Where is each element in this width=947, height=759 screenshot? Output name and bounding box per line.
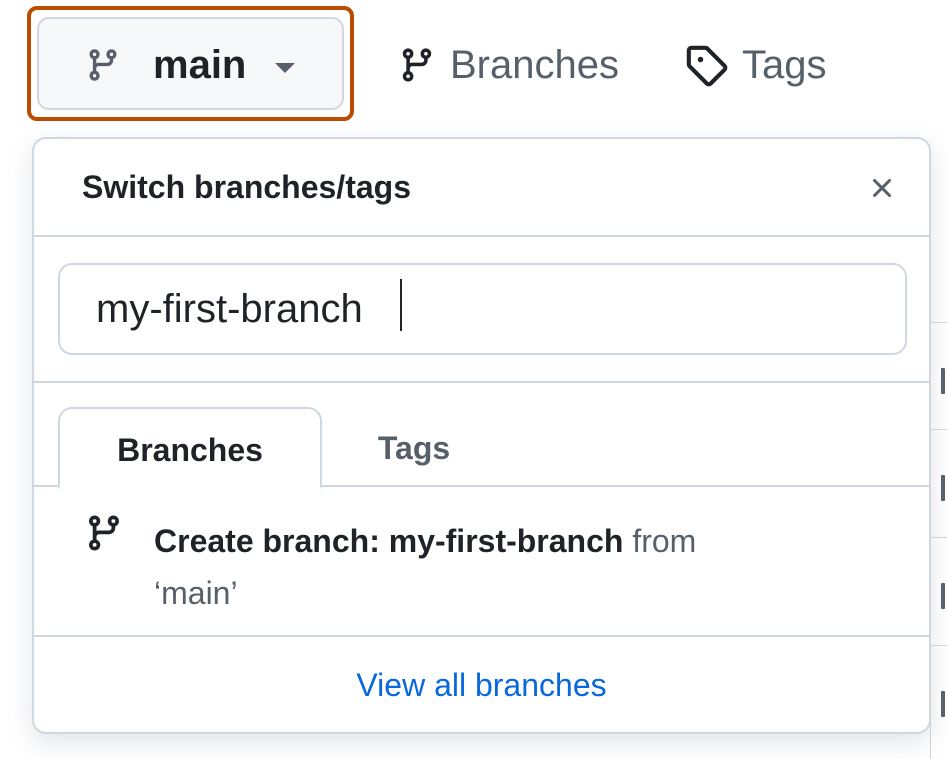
file-row xyxy=(931,537,947,538)
branch-switcher-popover: Switch branches/tags Branches Tags Creat… xyxy=(32,137,931,734)
branch-selector-button[interactable]: main xyxy=(37,17,344,110)
git-branch-icon xyxy=(88,515,119,551)
tags-link-label: Tags xyxy=(742,42,827,87)
popover-tabs: Branches Tags xyxy=(34,383,929,489)
git-branch-icon xyxy=(402,48,432,82)
popover-title: Switch branches/tags xyxy=(82,169,411,205)
caret-down-icon xyxy=(275,63,295,73)
branch-filter-input[interactable] xyxy=(58,263,907,355)
branches-link-label: Branches xyxy=(450,42,619,87)
create-branch-prefix: Create branch: xyxy=(154,523,389,559)
create-branch-item[interactable]: Create branch: my-first-branch from ‘main… xyxy=(34,487,929,637)
file-row-marker xyxy=(941,583,945,609)
file-row-marker xyxy=(941,475,945,501)
tags-link[interactable]: Tags xyxy=(684,40,827,90)
branches-link[interactable]: Branches xyxy=(398,40,619,90)
file-row xyxy=(931,322,947,323)
git-branch-icon xyxy=(89,49,117,81)
page: main Branches Tags Switch branches/tags … xyxy=(0,0,947,759)
file-row xyxy=(931,429,947,430)
tab-tags[interactable]: Tags xyxy=(344,407,484,489)
new-branch-name: my-first-branch xyxy=(388,523,624,559)
current-branch-label: main xyxy=(153,43,247,87)
from-label: from xyxy=(623,523,697,559)
close-icon[interactable] xyxy=(866,172,898,204)
file-list-background xyxy=(930,155,947,759)
filter-area xyxy=(34,237,929,383)
popover-header: Switch branches/tags xyxy=(34,139,929,237)
text-cursor xyxy=(400,279,402,331)
tag-icon xyxy=(686,45,728,87)
file-row-marker xyxy=(941,368,945,394)
tab-branches[interactable]: Branches xyxy=(58,407,322,489)
file-row-marker xyxy=(941,691,945,717)
view-all-branches-link[interactable]: View all branches xyxy=(34,637,929,732)
file-row xyxy=(931,645,947,646)
source-branch: ‘main’ xyxy=(154,575,238,611)
create-branch-text: Create branch: my-first-branch from ‘main… xyxy=(154,515,854,619)
